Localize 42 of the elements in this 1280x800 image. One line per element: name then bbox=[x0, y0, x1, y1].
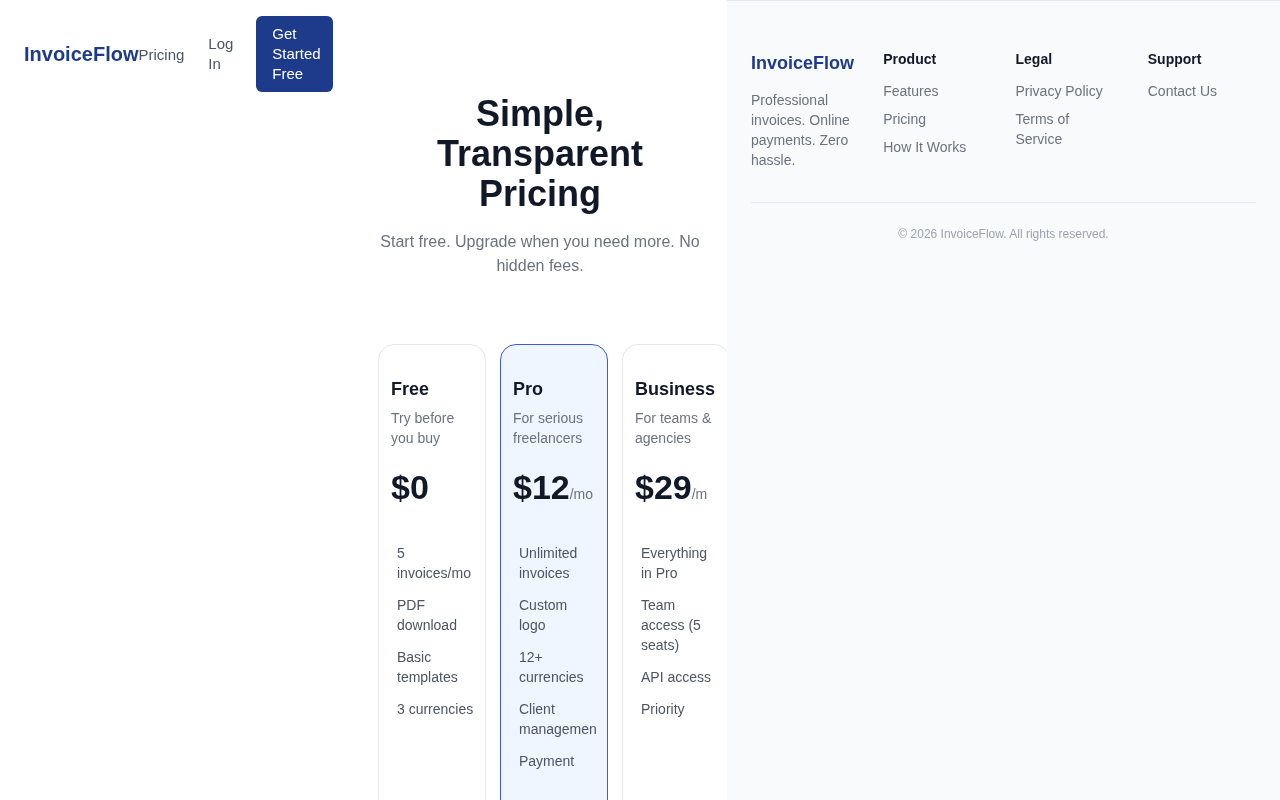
nav-link[interactable]: Log In bbox=[208, 34, 239, 74]
feature-item: Custom logo bbox=[519, 596, 569, 635]
get-started-button[interactable]: Get Started Free bbox=[256, 16, 334, 92]
plan-price: $29 bbox=[635, 468, 692, 507]
logo-link[interactable]: InvoiceFlow bbox=[24, 42, 139, 66]
feature-item: PDF download bbox=[397, 596, 458, 635]
footer-heading: Support bbox=[1147, 51, 1202, 67]
feature-item: Unlimited invoices bbox=[519, 544, 579, 583]
hero-title: Simple, Transparent Pricing bbox=[435, 94, 645, 214]
feature-item: Everything in Pro bbox=[641, 544, 709, 583]
price-period: /m bbox=[691, 486, 708, 502]
footer-heading: Product bbox=[883, 51, 937, 67]
feature-item: Client managemen bbox=[519, 700, 597, 739]
footer-link[interactable]: Features bbox=[883, 81, 984, 101]
footer-link[interactable]: Terms of Service bbox=[1015, 109, 1116, 149]
plan-price: $12 bbox=[513, 468, 570, 507]
plan-name: Free bbox=[391, 379, 431, 400]
footer-link[interactable]: Pricing bbox=[883, 109, 984, 129]
feature-item: 12+ currencies bbox=[519, 648, 585, 687]
feature-item: API access bbox=[641, 668, 713, 687]
footer-link[interactable]: Contact Us bbox=[1147, 81, 1248, 101]
plan-tagline: For teams & agencies bbox=[635, 409, 713, 448]
footer-link[interactable]: Privacy Policy bbox=[1015, 81, 1116, 101]
plan-tagline: For serious freelancers bbox=[513, 409, 585, 448]
footer-link[interactable]: How It Works bbox=[883, 137, 984, 157]
plan-name: Business bbox=[635, 379, 717, 400]
copyright-text: © 2026 InvoiceFlow. All rights reserved. bbox=[897, 227, 1110, 241]
footer-heading: Legal bbox=[1015, 51, 1053, 67]
hero-subtitle: Start free. Upgrade when you need more. No hidden fees. bbox=[379, 232, 701, 276]
feature-item: Priority bbox=[641, 700, 686, 719]
feature-item: Basic templates bbox=[397, 648, 459, 687]
footer-logo[interactable]: InvoiceFlow bbox=[751, 53, 855, 74]
feature-item: 3 currencies bbox=[397, 700, 475, 719]
feature-item: 5 invoices/mo bbox=[397, 544, 472, 583]
feature-item: Team access (5 seats) bbox=[641, 596, 702, 655]
feature-item: Payment bbox=[519, 752, 576, 771]
footer-description: Professional invoices. Online payments. Zero hassle. bbox=[751, 91, 851, 170]
plan-price: $0 bbox=[391, 468, 429, 507]
nav-link[interactable]: Pricing bbox=[138, 45, 185, 63]
price-period: /mo bbox=[569, 486, 594, 502]
plan-tagline: Try before you buy bbox=[391, 409, 456, 448]
plan-name: Pro bbox=[513, 379, 544, 400]
